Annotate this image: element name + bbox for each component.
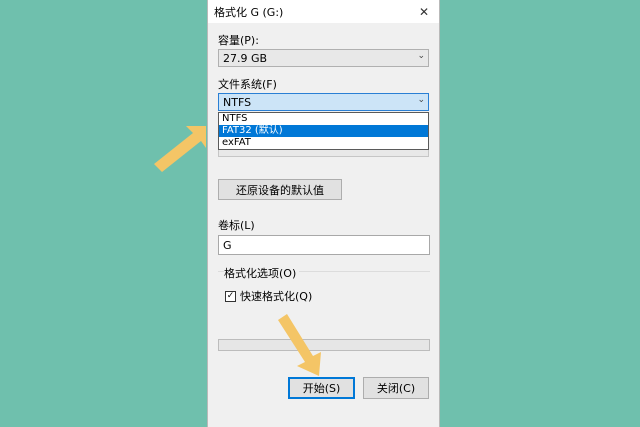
quick-format-row[interactable]: ✓ 快速格式化(Q) xyxy=(225,288,312,304)
arrow-annotation-icon xyxy=(154,126,206,172)
quick-format-checkbox[interactable]: ✓ xyxy=(225,290,236,302)
chevron-down-icon: ⌄ xyxy=(417,95,425,105)
start-button[interactable]: 开始(S) xyxy=(288,377,355,399)
filesystem-select[interactable]: NTFS ⌄ xyxy=(218,93,429,111)
volume-label-input[interactable]: G xyxy=(218,235,430,255)
capacity-select[interactable]: 27.9 GB ⌄ xyxy=(218,49,429,67)
title-bar: 格式化 G (G:) ✕ xyxy=(208,0,439,23)
filesystem-value: NTFS xyxy=(223,96,252,109)
close-button[interactable]: 关闭(C) xyxy=(363,377,429,399)
chevron-down-icon: ⌄ xyxy=(417,51,425,61)
arrow-annotation-icon xyxy=(278,314,321,376)
format-options-label: 格式化选项(O) xyxy=(224,265,300,281)
filesystem-option-fat32[interactable]: FAT32 (默认) xyxy=(219,125,428,137)
close-icon[interactable]: ✕ xyxy=(409,0,439,23)
filesystem-dropdown-list: NTFS FAT32 (默认) exFAT xyxy=(218,112,429,150)
dialog-title: 格式化 G (G:) xyxy=(214,6,284,19)
filesystem-option-ntfs[interactable]: NTFS xyxy=(219,113,428,125)
quick-format-label: 快速格式化(Q) xyxy=(240,290,313,303)
capacity-label: 容量(P): xyxy=(218,34,259,47)
volume-label-label: 卷标(L) xyxy=(218,219,255,232)
filesystem-option-exfat[interactable]: exFAT xyxy=(219,137,428,149)
volume-label-value: G xyxy=(223,239,232,252)
filesystem-label: 文件系统(F) xyxy=(218,78,277,91)
restore-defaults-button[interactable]: 还原设备的默认值 xyxy=(218,179,342,200)
capacity-value: 27.9 GB xyxy=(223,52,268,65)
